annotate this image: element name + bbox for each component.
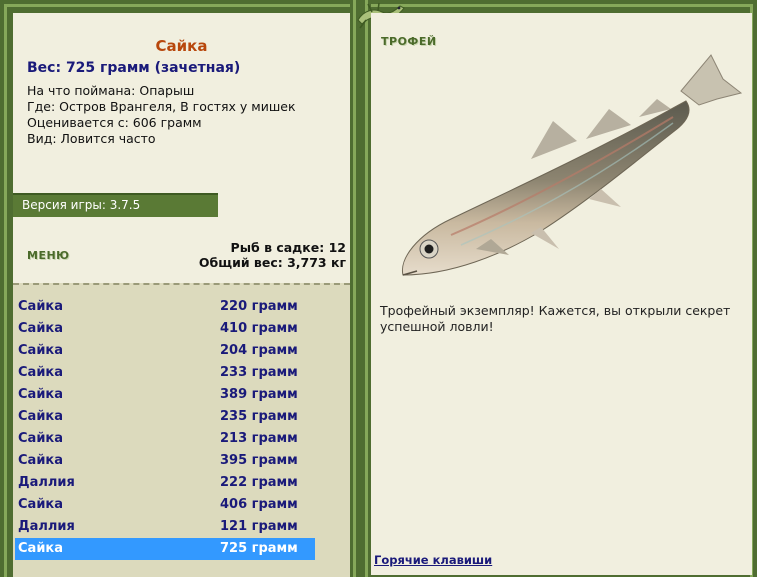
fish-row-name: Даллия	[18, 519, 75, 534]
fish-count: Рыб в садке: 12	[230, 240, 346, 255]
catch-info-panel: Сайка Вес: 725 грамм (зачетная) На что п…	[13, 13, 350, 577]
fish-list-row[interactable]: Даллия 121 грамм	[15, 516, 315, 538]
fish-row-weight: 222 грамм	[220, 475, 298, 490]
fish-row-name: Даллия	[18, 475, 75, 490]
fish-row-name: Сайка	[18, 299, 64, 314]
version-label: Версия игры: 3.7.5	[22, 198, 141, 212]
location-info: Где: Остров Врангеля, В гостях у мишек	[27, 99, 296, 114]
hotkeys-link[interactable]: Горячие клавиши	[374, 553, 492, 567]
fish-row-name: Сайка	[18, 431, 64, 446]
fish-list-row[interactable]: Сайка 395 грамм	[15, 450, 315, 472]
fish-row-name: Сайка	[18, 409, 64, 424]
total-weight: Общий вес: 3,773 кг	[198, 255, 346, 270]
fish-row-name: Сайка	[18, 365, 64, 380]
fish-name-title: Сайка	[155, 37, 208, 55]
fish-list-row[interactable]: Сайка 204 грамм	[15, 340, 315, 362]
fish-list-row[interactable]: Сайка 406 грамм	[15, 494, 315, 516]
fish-row-weight: 395 грамм	[220, 453, 298, 468]
fish-row-name: Сайка	[18, 321, 64, 336]
fish-row-name: Сайка	[18, 541, 64, 556]
trophy-message: Трофейный экземпляр! Кажется, вы открыли…	[380, 303, 731, 334]
version-bar: Версия игры: 3.7.5	[13, 193, 218, 217]
species-info: Вид: Ловится часто	[27, 131, 156, 146]
fish-row-name: Сайка	[18, 343, 64, 358]
fish-row-weight: 235 грамм	[220, 409, 298, 424]
fish-row-weight: 410 грамм	[220, 321, 298, 336]
value-info: Оценивается с: 606 грамм	[27, 115, 202, 130]
fish-row-weight: 220 грамм	[220, 299, 298, 314]
fish-list-row[interactable]: Сайка 213 грамм	[15, 428, 315, 450]
fish-list-row[interactable]: Сайка 235 грамм	[15, 406, 315, 428]
fish-list-row[interactable]: Сайка 725 грамм	[15, 538, 315, 560]
trophy-panel: ТРОФЕЙ Трофейный экземпляр! Кажется, вы …	[371, 13, 752, 575]
bait-info: На что поймана: Опарыш	[27, 83, 195, 98]
fish-row-name: Сайка	[18, 387, 64, 402]
trophy-label: ТРОФЕЙ	[381, 35, 437, 48]
fish-row-weight: 389 грамм	[220, 387, 298, 402]
fish-list-row[interactable]: Сайка 233 грамм	[15, 362, 315, 384]
fish-list-row[interactable]: Сайка 389 грамм	[15, 384, 315, 406]
divider-stripe	[365, 0, 368, 577]
keepnet-stats: Рыб в садке: 12 Общий вес: 3,773 кг	[199, 240, 346, 270]
fish-row-weight: 204 грамм	[220, 343, 298, 358]
fish-row-weight: 233 грамм	[220, 365, 298, 380]
divider-stripe	[353, 0, 356, 577]
fish-list-row[interactable]: Сайка 410 грамм	[15, 318, 315, 340]
fish-weight: Вес: 725 грамм (зачетная)	[27, 60, 241, 76]
fish-row-weight: 406 грамм	[220, 497, 298, 512]
fish-row-weight: 725 грамм	[220, 541, 298, 556]
fish-row-name: Сайка	[18, 453, 64, 468]
fish-list-row[interactable]: Сайка 220 грамм	[15, 296, 315, 318]
fish-illustration	[401, 54, 743, 276]
fish-row-name: Сайка	[18, 497, 64, 512]
fish-row-weight: 213 грамм	[220, 431, 298, 446]
menu-button[interactable]: МЕНЮ	[27, 249, 70, 262]
frame-stripe	[4, 4, 7, 577]
fish-list-row[interactable]: Даллия 222 грамм	[15, 472, 315, 494]
fish-row-weight: 121 грамм	[220, 519, 298, 534]
fish-list: Сайка 220 грамм Сайка 410 грамм Сайка 204 гра…	[13, 283, 350, 577]
